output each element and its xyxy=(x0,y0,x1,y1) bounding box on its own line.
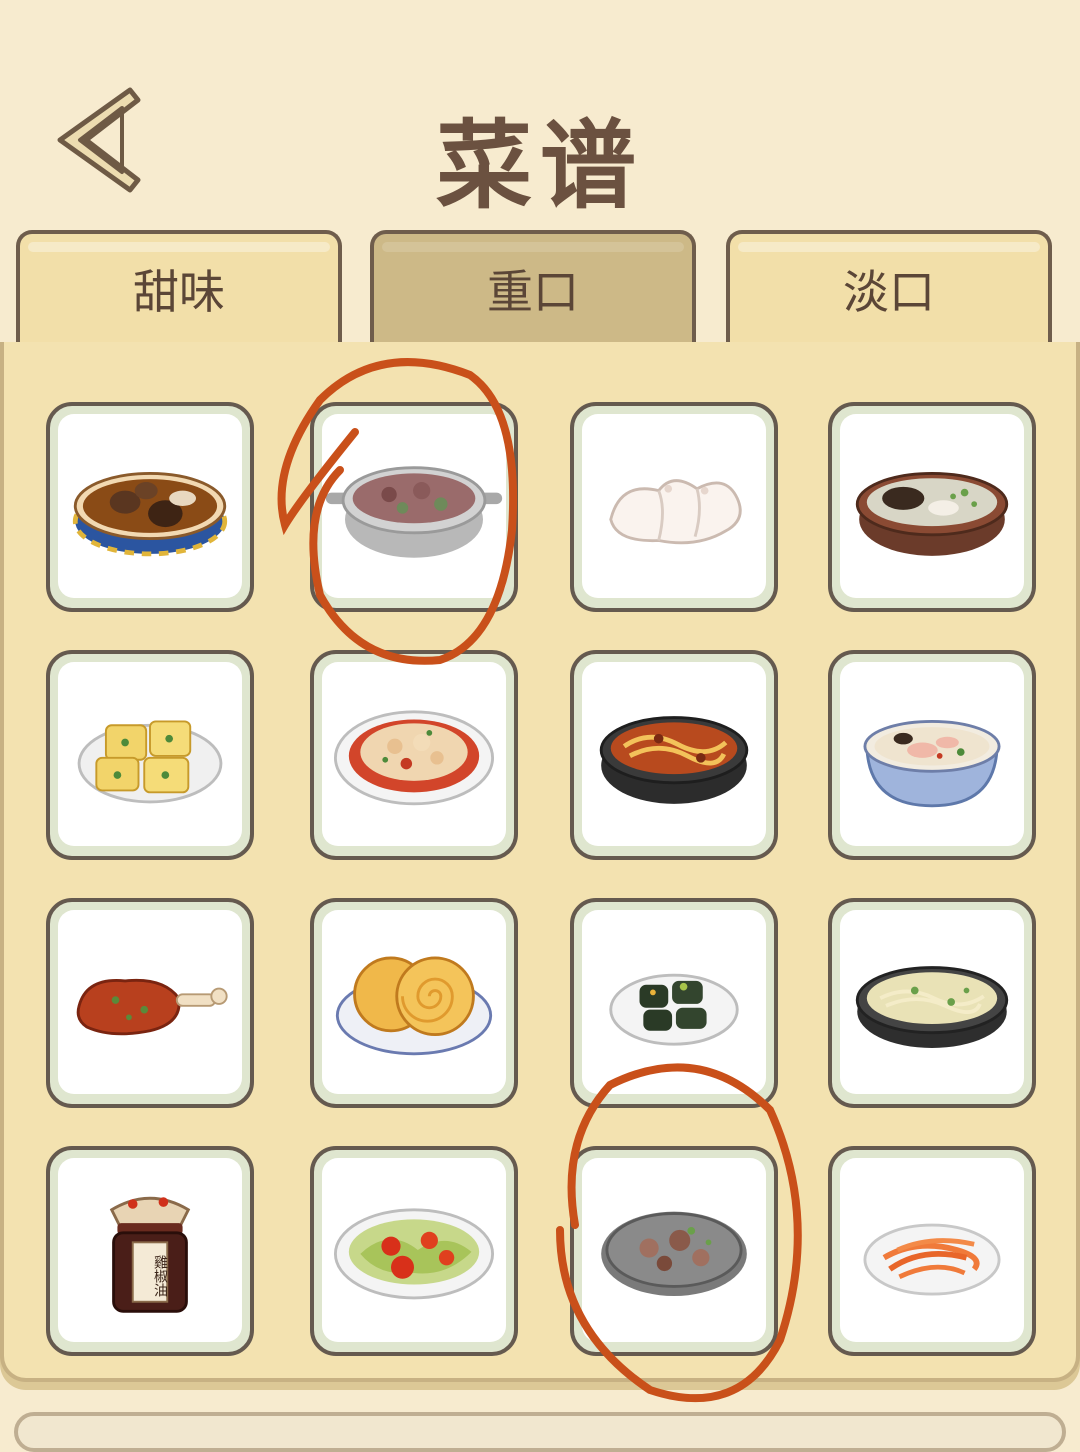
mushroom-soup-icon xyxy=(855,471,1009,556)
lotus-root-stirfry-icon xyxy=(601,1211,747,1296)
braised-meat-pot-icon xyxy=(325,466,503,558)
recipe-card[interactable] xyxy=(46,402,254,612)
recipe-card[interactable] xyxy=(828,650,1036,860)
jar-label: 雞椒油 xyxy=(152,1255,168,1297)
mushroom-soup-bowl-icon xyxy=(72,471,228,557)
tab-label: 淡口 xyxy=(843,265,935,319)
recipe-card[interactable] xyxy=(310,1146,518,1356)
recipe-card[interactable] xyxy=(828,1146,1036,1356)
recipe-card[interactable] xyxy=(828,402,1036,612)
tab-light[interactable]: 淡口 xyxy=(726,230,1052,346)
recipe-card[interactable] xyxy=(570,650,778,860)
recipe-card[interactable] xyxy=(310,402,518,612)
spiral-pancakes-icon xyxy=(335,956,493,1056)
tomato-cabbage-icon xyxy=(333,1208,495,1300)
fried-tofu-icon xyxy=(77,720,223,804)
bottom-bar xyxy=(14,1412,1066,1452)
recipe-card[interactable] xyxy=(46,898,254,1108)
tab-highlight xyxy=(28,242,330,252)
roast-drumstick-icon xyxy=(76,978,228,1036)
tab-highlight xyxy=(738,242,1040,252)
recipe-card[interactable] xyxy=(46,650,254,860)
shredded-carrot-icon xyxy=(863,1223,1001,1296)
recipe-card[interactable] xyxy=(828,898,1036,1108)
tab-heavy[interactable]: 重口 xyxy=(370,230,696,346)
recipe-card[interactable] xyxy=(310,898,518,1108)
noodle-soup-icon xyxy=(855,966,1009,1048)
page-title: 菜谱 xyxy=(436,109,644,222)
spicy-chicken-plate-icon xyxy=(333,710,495,806)
dumplings-icon xyxy=(609,479,742,545)
black-tofu-icon xyxy=(609,973,739,1046)
recipe-card[interactable] xyxy=(310,650,518,860)
pork-soup-bowl-icon xyxy=(863,719,1001,808)
recipe-card[interactable] xyxy=(570,402,778,612)
recipe-card[interactable] xyxy=(570,898,778,1108)
noodle-stew-icon xyxy=(599,716,749,804)
recipe-card[interactable]: 雞椒油 xyxy=(46,1146,254,1356)
recipe-card[interactable] xyxy=(570,1146,778,1356)
tab-highlight xyxy=(382,242,684,252)
tab-label: 甜味 xyxy=(133,265,225,319)
tab-label: 重口 xyxy=(487,265,579,319)
tab-sweet[interactable]: 甜味 xyxy=(16,230,342,346)
